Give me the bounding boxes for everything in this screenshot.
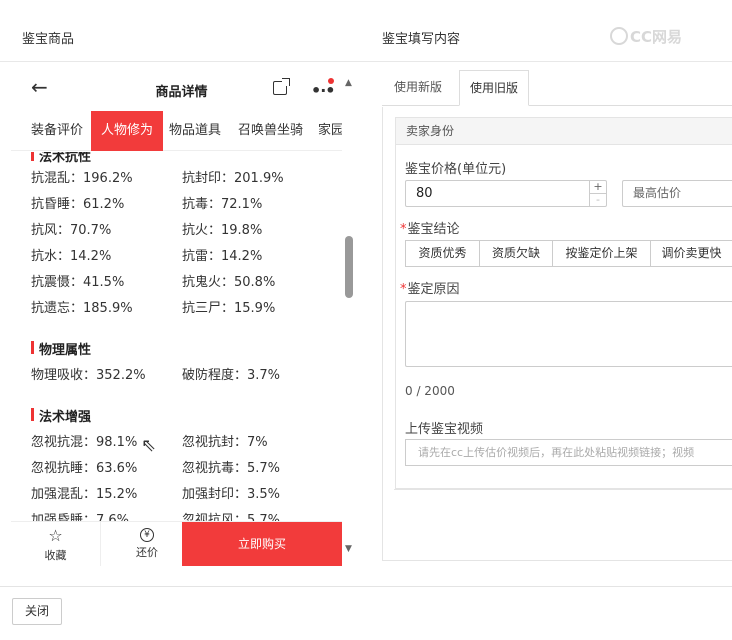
tab-old-version[interactable]: 使用旧版 <box>459 70 530 106</box>
attr-cell: 破防程度：3.7% <box>182 368 281 383</box>
seller-identity-header: 卖家身份 <box>395 117 732 145</box>
section-title: 物理属性 <box>31 339 91 358</box>
phone-topbar: ← 商品详情 •·• <box>11 63 342 111</box>
video-label: 上传鉴宝视频 <box>405 422 484 437</box>
mouse-cursor-icon: ⇖ <box>141 435 157 456</box>
close-button[interactable]: 关闭 <box>12 598 62 625</box>
divider <box>394 489 732 490</box>
attr-cell: 抗混乱：196.2% <box>31 171 133 186</box>
tab-character[interactable]: 人物修为 <box>91 111 164 151</box>
reason-label: *鉴定原因 <box>400 278 460 297</box>
phone-preview: ← 商品详情 •·• 装备评价 人物修为 物品道具 召唤兽坐骑 家园 法术抗性 … <box>11 63 342 566</box>
left-panel-title: 鉴宝商品 <box>22 32 75 47</box>
watermark: CC网易 <box>610 26 682 47</box>
category-tabs: 装备评价 人物修为 物品道具 召唤兽坐骑 家园 <box>11 111 342 151</box>
scroll-down-icon[interactable]: ▼ <box>345 544 352 554</box>
attr-cell: 忽视抗混：98.1% <box>31 435 138 450</box>
scrollbar[interactable]: ▲ ▼ <box>343 72 355 562</box>
tab-home[interactable]: 家园 <box>308 111 342 151</box>
conclusion-label: *鉴宝结论 <box>400 218 460 237</box>
attr-cell: 抗火：19.8% <box>182 223 263 238</box>
bargain-label: 还价 <box>136 546 158 559</box>
attr-cell: 抗封印：201.9% <box>182 171 284 186</box>
tab-new-version[interactable]: 使用新版 <box>384 70 452 106</box>
attr-cell: 加强封印：3.5% <box>182 487 281 502</box>
attr-cell: 抗遗忘：185.9% <box>31 301 133 316</box>
watermark-logo-icon <box>610 27 628 45</box>
attr-cell: 抗雷：14.2% <box>182 249 263 264</box>
max-estimate-input[interactable]: 最高估价 <box>622 180 732 207</box>
star-icon: ☆ <box>48 526 63 545</box>
dialog-footer: 关闭 <box>0 586 732 640</box>
share-icon[interactable] <box>273 78 290 95</box>
right-panel-title: 鉴宝填写内容 <box>382 32 461 47</box>
bargain-button[interactable]: ¥ 还价 <box>102 522 192 566</box>
char-count: 0 / 2000 <box>405 384 455 398</box>
reason-label-text: 鉴定原因 <box>407 282 460 297</box>
purchase-bar: ☆ 收藏 ¥ 还价 立即购买 <box>11 521 342 566</box>
notification-dot <box>328 78 334 84</box>
conclusion-option-list-at-price[interactable]: 按鉴定价上架 <box>552 240 651 267</box>
tab-pets[interactable]: 召唤兽坐骑 <box>228 111 313 151</box>
attr-cell: 抗震慑：41.5% <box>31 275 125 290</box>
version-tabs: 使用新版 使用旧版 <box>382 70 732 106</box>
watermark-text: CC网易 <box>630 28 683 46</box>
favorite-label: 收藏 <box>44 549 67 562</box>
price-label: 鉴宝价格(单位元) <box>405 162 507 177</box>
decrement-icon[interactable]: - <box>590 193 606 205</box>
attr-cell: 抗毒：72.1% <box>182 197 263 212</box>
page-header: 鉴宝商品 鉴宝填写内容 CC网易 <box>0 0 732 62</box>
attr-cell: 物理吸收：352.2% <box>31 368 146 383</box>
attr-cell: 忽视抗封：7% <box>182 435 268 450</box>
scroll-up-icon[interactable]: ▲ <box>345 78 352 88</box>
required-mark: * <box>400 222 407 237</box>
increment-icon[interactable]: + <box>590 181 606 193</box>
attr-cell: 抗水：14.2% <box>31 249 112 264</box>
conclusion-option-lacking[interactable]: 资质欠缺 <box>479 240 553 267</box>
price-input[interactable]: 80 <box>405 180 607 207</box>
page-title: 商品详情 <box>155 85 208 100</box>
reason-textarea[interactable] <box>405 301 732 367</box>
conclusion-option-adjust-price[interactable]: 调价卖更快 <box>650 240 732 267</box>
section-title: 法术增强 <box>31 406 91 425</box>
attr-cell: 抗风：70.7% <box>31 223 112 238</box>
attr-cell: 加强混乱：15.2% <box>31 487 138 502</box>
buy-now-button[interactable]: 立即购买 <box>182 522 342 566</box>
conclusion-option-excellent[interactable]: 资质优秀 <box>405 240 480 267</box>
price-stepper[interactable]: + - <box>589 181 606 206</box>
attr-cell: 抗昏睡：61.2% <box>31 197 125 212</box>
attr-cell: 忽视抗毒：5.7% <box>182 461 281 476</box>
section-title: 法术抗性 <box>31 152 91 165</box>
attr-cell: 抗三尸：15.9% <box>182 301 276 316</box>
tab-equipment[interactable]: 装备评价 <box>21 111 93 151</box>
attribute-list[interactable]: 法术抗性 抗混乱：196.2% 抗封印：201.9% 抗昏睡：61.2% 抗毒：… <box>11 152 342 522</box>
yen-icon: ¥ <box>140 528 154 542</box>
scrollbar-thumb[interactable] <box>345 236 353 298</box>
attr-cell: 抗鬼火：50.8% <box>182 275 276 290</box>
conclusion-label-text: 鉴宝结论 <box>407 222 460 237</box>
required-mark: * <box>400 282 407 297</box>
tab-items[interactable]: 物品道具 <box>159 111 231 151</box>
attr-cell: 忽视抗睡：63.6% <box>31 461 138 476</box>
video-link-input[interactable]: 请先在cc上传估价视频后，再在此处粘贴视频链接；视频 <box>405 439 732 466</box>
favorite-button[interactable]: ☆ 收藏 <box>11 522 101 566</box>
